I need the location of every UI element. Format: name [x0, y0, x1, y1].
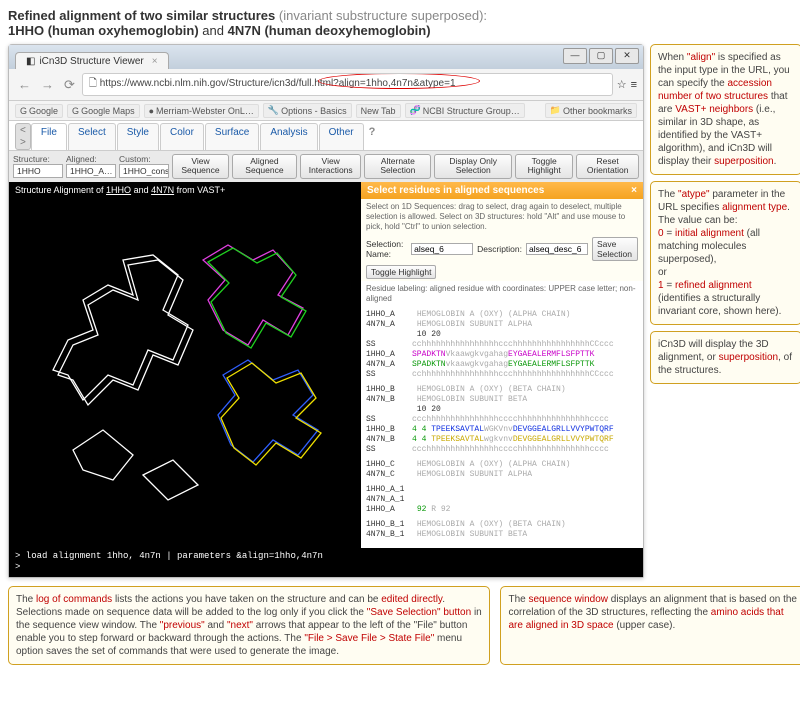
redo-button[interactable]: >: [17, 137, 29, 148]
save-selection-button[interactable]: Save Selection: [592, 237, 638, 261]
instructions: Select on 1D Sequences: drag to select, …: [361, 199, 643, 235]
menu-analysis[interactable]: Analysis: [260, 123, 317, 150]
back-button[interactable]: ←: [15, 77, 34, 92]
bookmark-star-icon[interactable]: ☆: [617, 78, 627, 91]
viewer-title: Structure Alignment of 1HHO and 4N7N fro…: [15, 185, 225, 195]
selection-desc-input[interactable]: [526, 243, 588, 255]
aligned-select[interactable]: 1HHO_A…: [66, 164, 116, 178]
reset-orientation-button[interactable]: Reset Orientation: [576, 154, 639, 179]
residue-labeling-note: Residue labeling: aligned residue with c…: [361, 281, 643, 307]
command-log[interactable]: > load alignment 1hho, 4n7n | parameters…: [9, 548, 643, 577]
minimize-button[interactable]: —: [563, 48, 587, 64]
reload-button[interactable]: ⟳: [61, 77, 78, 93]
page-icon: 🗋: [89, 78, 97, 89]
menu-icon[interactable]: ≡: [631, 79, 637, 91]
ncbi-icon: 🧬: [410, 105, 421, 116]
help-icon[interactable]: ?: [369, 126, 376, 150]
callout-seqwin: The sequence window displays an alignmen…: [500, 586, 800, 665]
menu-file[interactable]: File: [31, 123, 67, 150]
log-prompt: >: [15, 562, 637, 574]
url-input[interactable]: 🗋 https://www.ncbi.nlm.nih.gov/Structure…: [82, 73, 613, 96]
menu-surface[interactable]: Surface: [205, 123, 259, 150]
alternate-selection-button[interactable]: Alternate Selection: [364, 154, 431, 179]
log-line: > load alignment 1hho, 4n7n | parameters…: [15, 551, 637, 563]
google-icon: G: [72, 106, 79, 116]
undo-redo-group: < >: [15, 123, 31, 150]
bookmark-item[interactable]: New Tab: [356, 104, 401, 118]
callout-atype: The "atype" parameter in the URL specifi…: [650, 181, 800, 325]
bookmark-item[interactable]: ●Merriam-Webster OnL…: [144, 104, 259, 118]
app-menu-bar: < > File Select Style Color Surface Anal…: [9, 121, 643, 151]
circle-icon: ●: [149, 106, 154, 116]
maximize-button[interactable]: ▢: [589, 48, 613, 64]
address-bar-row: ← → ⟳ 🗋 https://www.ncbi.nlm.nih.gov/Str…: [9, 69, 643, 101]
google-icon: G: [20, 106, 27, 116]
callout-log: The log of commands lists the actions yo…: [8, 586, 490, 665]
close-icon[interactable]: ×: [152, 56, 158, 67]
toolbar: Structure:1HHO Aligned:1HHO_A… Custom:1H…: [9, 151, 643, 182]
selection-name-input[interactable]: [411, 243, 473, 255]
panel-title: Select residues in aligned sequences: [367, 185, 544, 196]
structure-label: Structure:: [13, 154, 63, 164]
toggle-highlight-button[interactable]: Toggle Highlight: [515, 154, 573, 179]
forward-button[interactable]: →: [38, 77, 57, 92]
bookmarks-bar: GGoogle GGoogle Maps ●Merriam-Webster On…: [9, 101, 643, 121]
browser-window: ◧ iCn3D Structure Viewer × — ▢ ✕ ← → ⟳ 🗋…: [8, 44, 644, 578]
cube-icon: ◧: [26, 56, 35, 67]
display-only-selection-button[interactable]: Display Only Selection: [434, 154, 512, 179]
undo-button[interactable]: <: [17, 125, 29, 136]
tab-title: iCn3D Structure Viewer: [39, 56, 143, 67]
tab-strip: ◧ iCn3D Structure Viewer × — ▢ ✕: [9, 45, 643, 69]
aligned-label: Aligned:: [66, 154, 116, 164]
menu-other[interactable]: Other: [319, 123, 364, 150]
browser-tab[interactable]: ◧ iCn3D Structure Viewer ×: [15, 52, 169, 69]
url-text: https://www.ncbi.nlm.nih.gov/Structure/i…: [100, 78, 456, 89]
folder-icon: 📁: [550, 105, 561, 116]
bookmark-item[interactable]: GGoogle: [15, 104, 63, 118]
aligned-sequence-button[interactable]: Aligned Sequence: [232, 154, 297, 179]
callout-align: When "align" is specified as the input t…: [650, 44, 800, 175]
close-window-button[interactable]: ✕: [615, 48, 639, 64]
bookmark-item[interactable]: 🧬NCBI Structure Group…: [405, 103, 525, 118]
menu-color[interactable]: Color: [160, 123, 204, 150]
subtitle: (invariant substructure superposed):: [279, 8, 487, 23]
view-interactions-button[interactable]: View Interactions: [300, 154, 361, 179]
bookmark-item[interactable]: GGoogle Maps: [67, 104, 140, 118]
sequence-area[interactable]: 1HHO_A HEMOGLOBIN A (OXY) (ALPHA CHAIN)4…: [361, 307, 643, 548]
structure-select[interactable]: 1HHO: [13, 164, 63, 178]
custom-label: Custom:: [119, 154, 169, 164]
toggle-highlight-panel-button[interactable]: Toggle Highlight: [366, 265, 436, 279]
sel-name-label: Selection: Name:: [366, 239, 407, 259]
bookmark-item[interactable]: 🔧Options - Basics: [263, 103, 352, 118]
structure-drawing: [13, 200, 357, 530]
menu-style[interactable]: Style: [117, 123, 159, 150]
menu-select[interactable]: Select: [68, 123, 116, 150]
callout-superposition: iCn3D will display the 3D alignment, or …: [650, 331, 800, 384]
structure-viewer[interactable]: Structure Alignment of 1HHO and 4N7N fro…: [9, 182, 361, 540]
sequence-panel: Select residues in aligned sequences × Se…: [361, 182, 643, 548]
custom-select[interactable]: 1HHO_cons: [119, 164, 169, 178]
view-sequence-button[interactable]: View Sequence: [172, 154, 229, 179]
wrench-icon: 🔧: [268, 105, 279, 116]
panel-close-icon[interactable]: ×: [631, 185, 637, 196]
page-title: Refined alignment of two similar structu…: [8, 8, 800, 38]
other-bookmarks[interactable]: 📁Other bookmarks: [545, 103, 637, 118]
sel-desc-label: Description:: [477, 244, 522, 254]
